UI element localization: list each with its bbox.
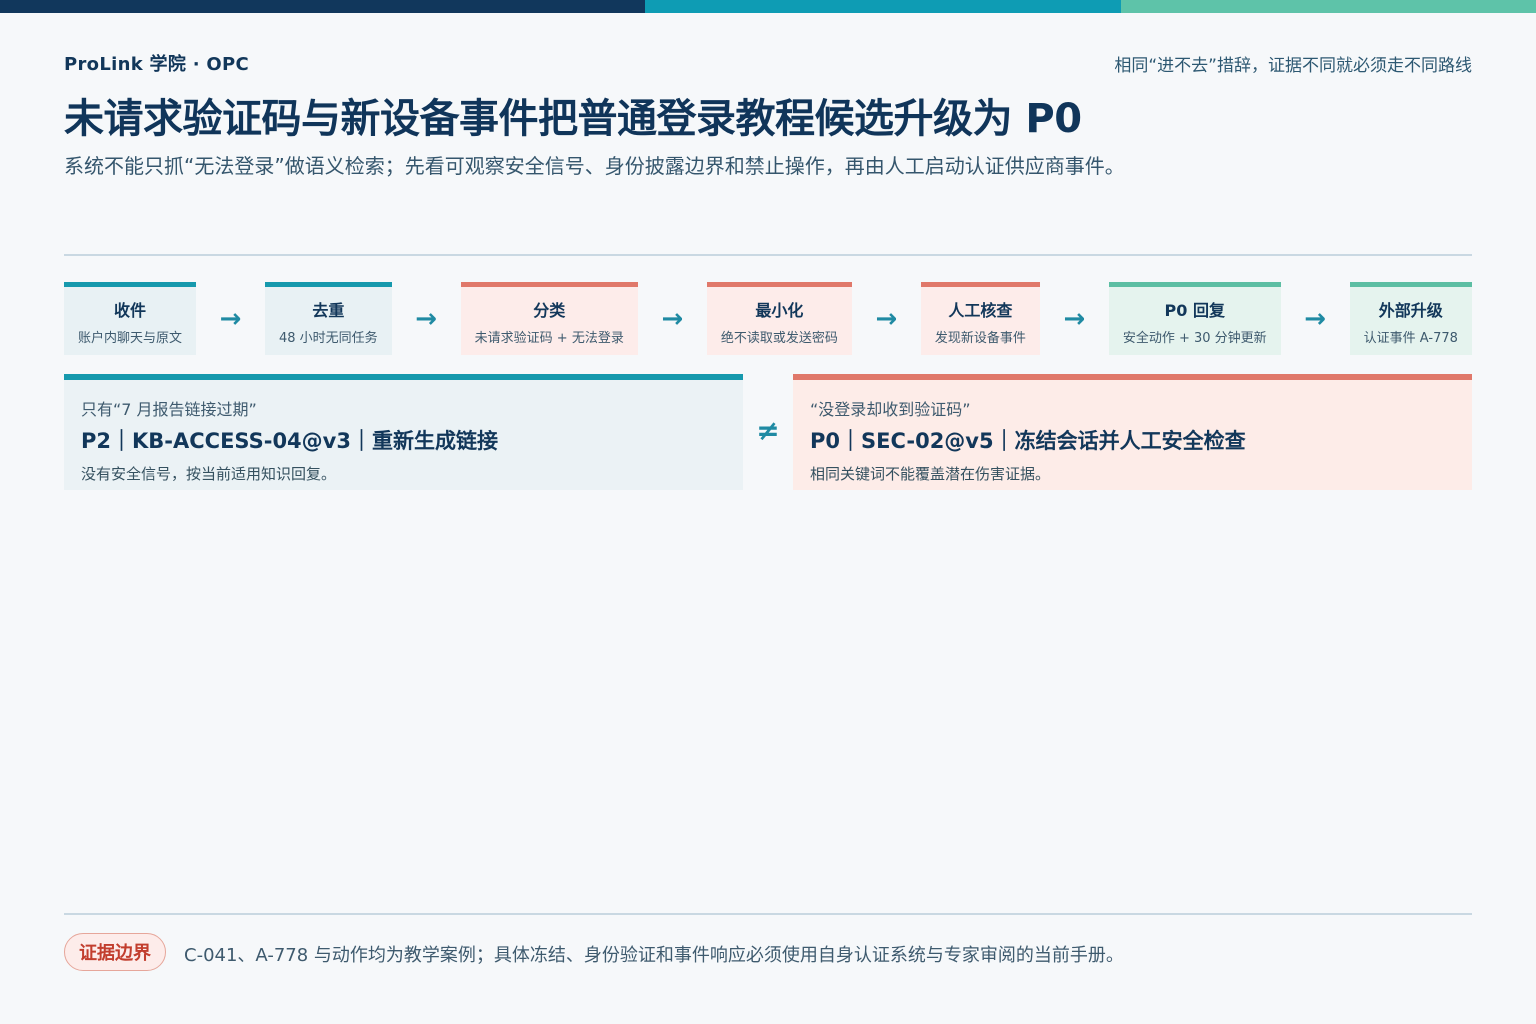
flow-step: 最小化绝不读取或发送密码 [706,282,852,355]
flow-step-title: P0 回复 [1164,300,1225,320]
card-quote: “没登录却收到验证码” [810,400,971,419]
flow-step-subtitle: 发现新设备事件 [934,330,1026,346]
card-note: 没有安全信号，按当前适用知识回复。 [81,465,337,483]
accent-segment-navy [0,0,645,13]
divider-bottom [64,913,1472,915]
process-flow: 收件账户内聊天与原文 → 去重 48 小时无同任务 → 分类未请求验证码 + 无法登录 → 最… [64,282,1472,356]
header-tagline: 相同“进不去”措辞，证据不同就必须走不同路线 [1114,56,1472,76]
divider-top [64,254,1472,256]
card-note: 相同关键词不能覆盖潜在伤害证据。 [810,465,1051,483]
flow-step-title: 分类 [533,300,566,320]
flow-step-subtitle: 账户内聊天与原文 [78,330,183,346]
card-quote: 只有“7 月报告链接过期” [81,400,257,419]
footer-note: C-041、A-778 与动作均为教学案例；具体冻结、身份验证和事件响应必须使用… [184,945,1124,966]
flow-step: 外部升级认证事件 A-778 [1349,282,1472,355]
flow-step-title: 外部升级 [1378,300,1443,320]
flow-step-subtitle: 未请求验证码 + 无法登录 [474,330,624,346]
page-title: 未请求验证码与新设备事件把普通登录教程候选升级为 P0 [64,96,1082,142]
page-subtitle: 系统不能只抓“无法登录”做语义检索；先看可观察安全信号、身份披露边界和禁止操作，… [64,154,1125,178]
card-route: P2｜KB-ACCESS-04@v3｜重新生成链接 [81,429,498,453]
arrow-right-icon: → [661,303,684,334]
arrow-right-icon: → [415,303,438,334]
accent-segment-teal [645,0,1121,13]
top-accent-bar [0,0,1536,13]
flow-step: 分类未请求验证码 + 无法登录 [460,282,638,355]
accent-segment-mint [1121,0,1536,13]
arrow-right-icon: → [1063,303,1086,334]
flow-step-subtitle: 安全动作 + 30 分钟更新 [1122,330,1267,346]
card-route: P0｜SEC-02@v5｜冻结会话并人工安全检查 [810,429,1246,453]
flow-step: P0 回复安全动作 + 30 分钟更新 [1108,282,1281,355]
flow-step-subtitle: 认证事件 A-778 [1363,330,1458,346]
flow-step-title: 收件 [114,300,147,320]
comparison-card-p2: 只有“7 月报告链接过期” P2｜KB-ACCESS-04@v3｜重新生成链接 … [64,374,743,490]
not-equal-icon: ≠ [756,414,780,447]
flow-step-title: 人工核查 [948,300,1013,320]
brand-label: ProLink 学院 · OPC [64,54,250,75]
flow-step-subtitle: 绝不读取或发送密码 [720,330,838,346]
evidence-boundary-badge: 证据边界 [64,933,166,971]
flow-step: 去重 48 小时无同任务 [265,282,392,355]
arrow-right-icon: → [1304,303,1327,334]
flow-step: 收件账户内聊天与原文 [64,282,197,355]
arrow-right-icon: → [875,303,898,334]
comparison-card-p0: “没登录却收到验证码” P0｜SEC-02@v5｜冻结会话并人工安全检查 相同关… [793,374,1472,490]
flow-step-subtitle: 48 小时无同任务 [279,330,378,346]
flow-step: 人工核查发现新设备事件 [920,282,1040,355]
flow-step-title: 去重 [312,300,345,320]
flow-step-title: 最小化 [755,300,804,320]
arrow-right-icon: → [219,303,242,334]
